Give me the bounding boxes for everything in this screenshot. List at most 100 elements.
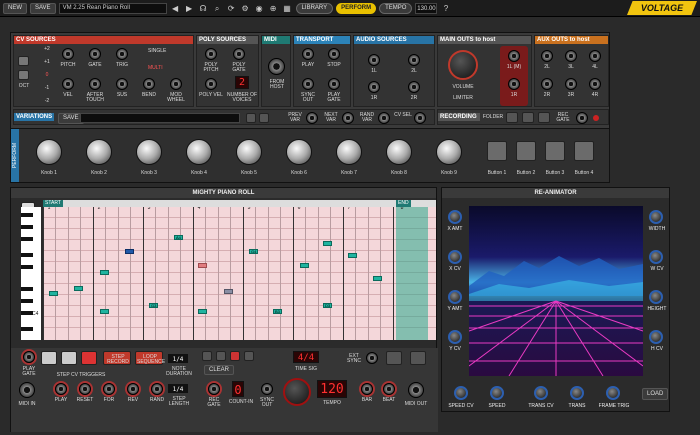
perform-knob-2[interactable]: [86, 139, 112, 165]
rec-gate-jack[interactable]: [208, 383, 220, 395]
aux-4r-jack[interactable]: [589, 78, 601, 90]
color-icon[interactable]: ◉: [254, 3, 265, 14]
prev-preset-icon[interactable]: ◀: [170, 3, 181, 14]
poly-vel-jack[interactable]: [205, 78, 217, 90]
start-marker[interactable]: START: [43, 200, 63, 207]
height-knob[interactable]: [649, 290, 663, 304]
next-var-jack[interactable]: [342, 112, 354, 124]
play-button[interactable]: [41, 351, 57, 365]
ext-sync-jack[interactable]: [366, 352, 378, 364]
note[interactable]: [373, 276, 382, 281]
play-trigger-jack[interactable]: [55, 383, 67, 395]
aux-2l-jack[interactable]: [541, 50, 553, 62]
reset-trigger-jack[interactable]: [79, 383, 91, 395]
next-preset-icon[interactable]: ▶: [184, 3, 195, 14]
search-icon[interactable]: ⌕: [212, 3, 223, 14]
erase-tool-button[interactable]: [230, 351, 240, 361]
grid-icon[interactable]: ▦: [282, 3, 293, 14]
perform-knob-7[interactable]: [336, 139, 362, 165]
frame-trig-jack[interactable]: [606, 386, 620, 400]
aftertouch-jack[interactable]: [89, 78, 101, 90]
midi-from-host-jack[interactable]: [268, 58, 285, 75]
record-button[interactable]: [522, 112, 534, 123]
note[interactable]: [348, 253, 357, 258]
piano-keys[interactable]: C4: [21, 207, 41, 340]
note[interactable]: D3: [323, 303, 332, 308]
note[interactable]: [74, 286, 83, 291]
forward-trigger-jack[interactable]: [103, 383, 115, 395]
black-key[interactable]: [21, 327, 33, 331]
help-icon[interactable]: ?: [440, 3, 451, 14]
bar-ruler[interactable]: START END: [43, 200, 436, 207]
main-out-1l-jack[interactable]: [508, 50, 520, 62]
play-gate-jack[interactable]: [23, 351, 35, 363]
w-cv-jack[interactable]: [649, 250, 663, 264]
speed-cv-jack[interactable]: [454, 386, 468, 400]
width-knob[interactable]: [649, 210, 663, 224]
single-label[interactable]: SINGLE: [148, 49, 174, 54]
end-marker[interactable]: END: [396, 200, 411, 207]
note[interactable]: [300, 263, 309, 268]
note[interactable]: G3: [149, 303, 158, 308]
variation-prev-button[interactable]: [246, 113, 256, 123]
black-key[interactable]: [21, 299, 33, 303]
black-key[interactable]: [21, 253, 33, 257]
play-jack[interactable]: [302, 48, 314, 60]
ext-sync-button[interactable]: [386, 351, 402, 365]
note[interactable]: A4: [174, 235, 183, 240]
rec-gate-jack[interactable]: [576, 112, 588, 124]
note[interactable]: [198, 309, 207, 314]
cable-icon[interactable]: ⟳: [226, 3, 237, 14]
perform-button-4[interactable]: [574, 141, 594, 161]
vel-jack[interactable]: [62, 78, 74, 90]
perform-button-1[interactable]: [487, 141, 507, 161]
perform-knob-9[interactable]: [436, 139, 462, 165]
tempo-field[interactable]: 130.00: [415, 2, 438, 14]
step-length-field[interactable]: 1/4: [168, 384, 188, 393]
sync-out-jack[interactable]: [261, 383, 273, 395]
note[interactable]: B3: [273, 309, 282, 314]
poly-pitch-jack[interactable]: [205, 48, 217, 60]
note-duration-field[interactable]: 1/4: [168, 354, 188, 363]
prev-var-jack[interactable]: [306, 112, 318, 124]
audio-2r-jack[interactable]: [408, 81, 420, 93]
note[interactable]: G4: [249, 249, 258, 254]
perform-knob-8[interactable]: [386, 139, 412, 165]
count-in-display[interactable]: 0: [232, 381, 244, 397]
aux-3l-jack[interactable]: [565, 50, 577, 62]
loop-sequence-button[interactable]: LOOP SEQUENCE: [135, 351, 165, 365]
black-key[interactable]: [21, 237, 33, 241]
rewind-button[interactable]: [61, 351, 77, 365]
note[interactable]: [125, 249, 134, 254]
reverse-trigger-jack[interactable]: [127, 383, 139, 395]
preset-title-field[interactable]: VM 2.25 Rean Piano Roll: [58, 2, 167, 14]
note-grid[interactable]: 1 2 3 4 5 6 7 8 A4 G4 G3 D3 B3: [43, 207, 436, 340]
select-tool-button[interactable]: [202, 351, 212, 361]
random-trigger-jack[interactable]: [151, 383, 163, 395]
note[interactable]: [323, 241, 332, 246]
note[interactable]: [198, 263, 207, 268]
headphones-icon[interactable]: ☊: [198, 3, 209, 14]
bend-jack[interactable]: [143, 78, 155, 90]
audio-2l-jack[interactable]: [408, 54, 420, 66]
y-amt-knob[interactable]: [448, 290, 462, 304]
bar-jack[interactable]: [361, 383, 373, 395]
speed-knob[interactable]: [490, 386, 504, 400]
scroll-down-button[interactable]: [410, 351, 426, 365]
record-button[interactable]: [81, 351, 97, 365]
load-button[interactable]: LOAD: [642, 388, 669, 400]
midi-in-jack[interactable]: [19, 382, 35, 398]
y-cv-jack[interactable]: [448, 330, 462, 344]
perform-button[interactable]: PERFORM: [336, 2, 377, 14]
note[interactable]: [224, 289, 233, 294]
trans-knob[interactable]: [570, 386, 584, 400]
gate-jack[interactable]: [89, 48, 101, 60]
note[interactable]: [49, 291, 58, 296]
black-key[interactable]: [21, 287, 33, 291]
beat-jack[interactable]: [383, 383, 395, 395]
play-gate-jack[interactable]: [328, 78, 340, 90]
aux-3r-jack[interactable]: [565, 78, 577, 90]
perform-knob-6[interactable]: [286, 139, 312, 165]
save-button[interactable]: SAVE: [30, 2, 56, 14]
draw-tool-button[interactable]: [216, 351, 226, 361]
